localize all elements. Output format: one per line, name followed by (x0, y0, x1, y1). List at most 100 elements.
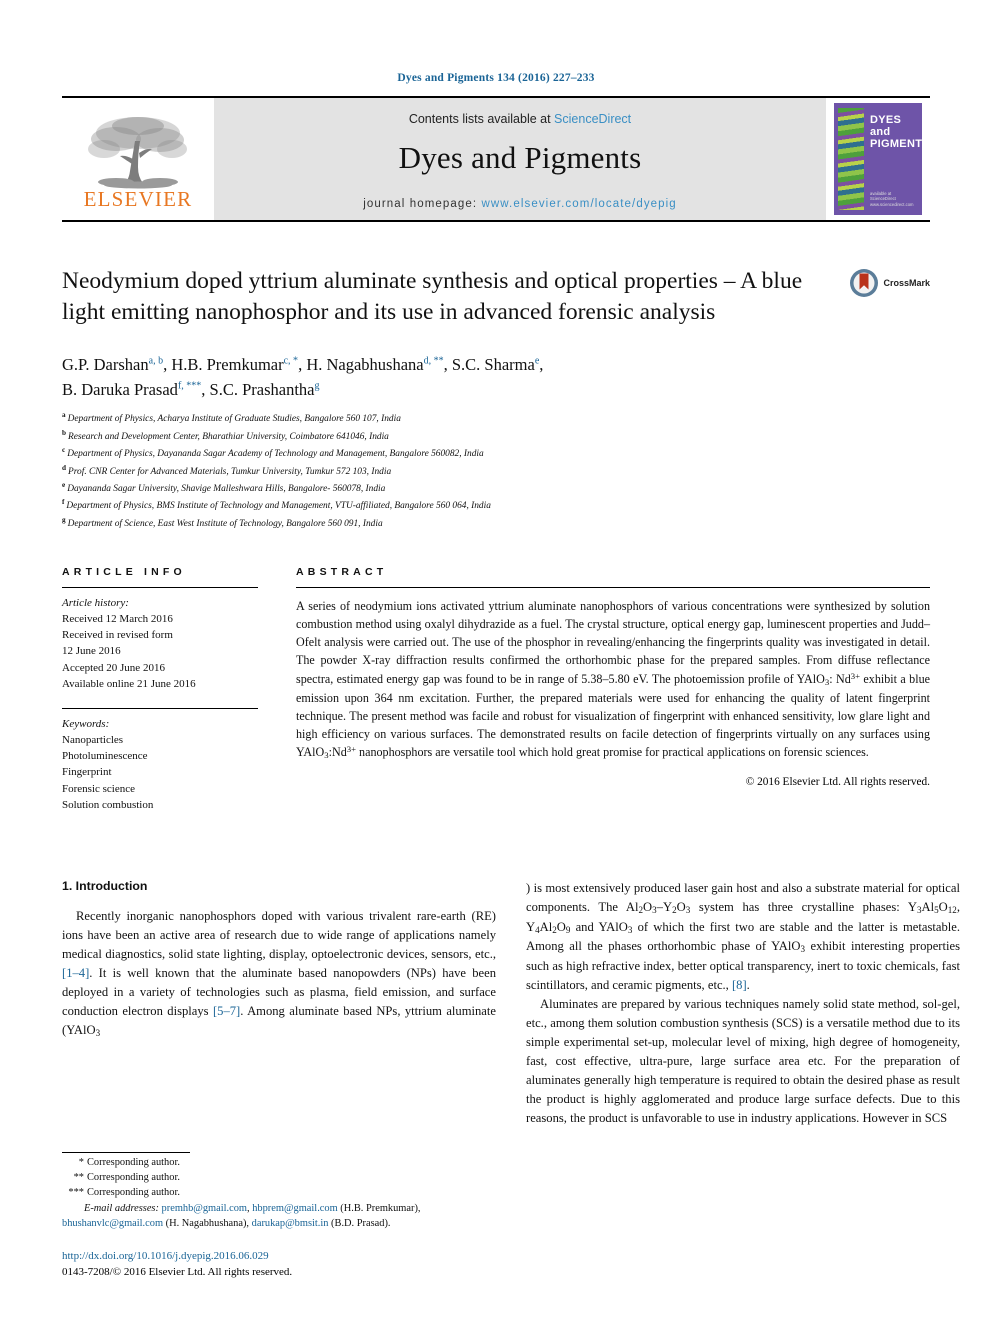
email-owner-1: (H.B. Premkumar), (337, 1203, 421, 1215)
affiliation-mark: g (62, 515, 66, 524)
email-owner-3: (H. Nagabhushana), (163, 1218, 252, 1230)
publisher-logo: ELSEVIER (62, 98, 214, 220)
crossmark-badge[interactable]: CrossMark (849, 268, 930, 298)
footnote-block: * Corresponding author. ** Corresponding a… (62, 1152, 496, 1281)
cover-foot-line3: www.sciencedirect.com (870, 201, 914, 207)
article-info-column: ARTICLE INFO Article history: Received 1… (62, 566, 258, 813)
author-3: H. Nagabhushana (306, 354, 424, 374)
email-owner-4: (B.D. Prasad). (328, 1218, 391, 1230)
article-page: Dyes and Pigments 134 (2016) 227–233 ELS… (0, 0, 992, 1323)
cover-artwork (838, 108, 864, 210)
intro-p1-q: . (746, 977, 750, 992)
affiliation-list: a Department of Physics, Acharya Institut… (62, 410, 930, 532)
article-history-label: Article history: (62, 596, 129, 609)
introduction-paragraph-1: Recently inorganic nanophosphors doped w… (62, 907, 496, 1041)
author-6: S.C. Prashantha (209, 379, 315, 399)
keyword-item: Solution combustion (62, 798, 154, 811)
crossmark-icon (850, 269, 879, 297)
cover-footer: available at ScienceDirect www.sciencedi… (870, 191, 914, 207)
abstract-part-5: nanophosphors are versatile tool which h… (356, 744, 869, 759)
intro-sub-1: 3 (95, 1027, 101, 1038)
article-history: Article history: Received 12 March 2016 … (62, 588, 258, 692)
affiliation-item: e Dayananda Sagar University, Shavige Mal… (62, 480, 930, 497)
article-history-item: Accepted 20 June 2016 (62, 661, 165, 674)
abstract-sup-2: 3+ (346, 744, 356, 755)
intro-p1-h: system has three crystalline phases: Y (690, 899, 917, 914)
keyword-item: Fingerprint (62, 766, 112, 779)
title-block: Neodymium doped yttrium aluminate synthe… (62, 266, 930, 329)
intro-sub-8: 12 (947, 904, 957, 915)
journal-masthead: ELSEVIER Contents lists available at Sci… (62, 96, 930, 220)
author-6-marks: g (314, 380, 320, 392)
citation-1-4[interactable]: [1–4] (62, 966, 89, 980)
affiliation-item: g Department of Science, East West Instit… (62, 515, 930, 532)
intro-p1-l: Al (539, 919, 553, 934)
page-title: Neodymium doped yttrium aluminate synthe… (62, 268, 803, 326)
crossmark-label: CrossMark (883, 278, 930, 288)
article-history-item: Available online 21 June 2016 (62, 677, 196, 690)
footnote-text-2: Corresponding author. (87, 1172, 180, 1184)
journal-homepage-line: journal homepage: www.elsevier.com/locat… (363, 198, 677, 210)
affiliation-text: Research and Development Center, Bharath… (68, 431, 389, 442)
article-info-heading: ARTICLE INFO (62, 565, 186, 578)
article-history-item: 12 June 2016 (62, 645, 121, 658)
doi-link[interactable]: http://dx.doi.org/10.1016/j.dyepig.2016.… (62, 1249, 496, 1265)
contents-prefix: Contents lists available at (408, 112, 555, 126)
email-link-2[interactable]: hbprem@gmail.com (252, 1203, 337, 1214)
elsevier-tree-icon (88, 116, 187, 188)
affiliation-item: d Prof. CNR Center for Advanced Materials… (62, 463, 930, 480)
email-link-4[interactable]: darukap@bmsit.in (252, 1218, 329, 1229)
affiliation-text: Department of Physics, BMS Institute of … (66, 501, 491, 512)
email-link-3[interactable]: bhushanvlc@gmail.com (62, 1218, 163, 1229)
affiliation-text: Department of Physics, Acharya Institute… (67, 414, 401, 425)
author-1: G.P. Darshan (62, 354, 149, 374)
affiliation-text: Department of Science, East West Institu… (67, 518, 383, 529)
footnote-mark-1: * (78, 1157, 84, 1169)
affiliation-text: Prof. CNR Center for Advanced Materials,… (68, 466, 392, 477)
introduction-heading: 1. Introduction (62, 878, 148, 893)
affiliation-mark: f (62, 498, 65, 507)
introduction-paragraph-2: Aluminates are prepared by various techn… (526, 996, 960, 1126)
abstract-column: ABSTRACT A series of neodymium ions acti… (296, 566, 930, 813)
journal-homepage-link[interactable]: www.elsevier.com/locate/dyepig (481, 198, 676, 210)
info-abstract-row: ARTICLE INFO Article history: Received 1… (62, 566, 930, 813)
masthead-bottom-rule (62, 220, 930, 222)
abstract-part-4: :Nd (328, 744, 347, 759)
journal-title: Dyes and Pigments (398, 140, 642, 175)
author-1-marks: a, b (148, 355, 164, 367)
footnote-mark-2: ** (73, 1172, 84, 1184)
contents-available-line: Contents lists available at ScienceDirec… (409, 112, 631, 126)
abstract-sup-1: 3+ (850, 670, 861, 681)
author-5-marks: f, *** (177, 380, 202, 392)
affiliation-item: b Research and Development Center, Bharat… (62, 428, 930, 445)
doi-block: http://dx.doi.org/10.1016/j.dyepig.2016.… (62, 1249, 496, 1281)
author-4: S.C. Sharma (451, 354, 535, 374)
keyword-item: Forensic science (62, 782, 135, 795)
email-link-1[interactable]: premhb@gmail.com (162, 1203, 247, 1214)
author-list: G.P. Darshana, b, H.B. Premkumarc, *, H.… (62, 354, 544, 399)
footnote-text-3: Corresponding author. (87, 1187, 180, 1199)
body-column-left: 1. Introduction Recently inorganic nanop… (62, 879, 496, 1128)
affiliation-mark: c (62, 446, 66, 455)
footnote-corresponding-1: * Corresponding author. (62, 1156, 496, 1171)
citation-8[interactable]: [8] (732, 978, 747, 992)
elsevier-wordmark: ELSEVIER (83, 186, 193, 211)
intro-p1-m: O (556, 919, 566, 934)
emails-label: E-mail addresses: (84, 1203, 159, 1215)
intro-p1-i: Al (921, 899, 935, 914)
affiliation-mark: e (62, 480, 66, 489)
affiliation-mark: b (62, 428, 66, 437)
author-5: B. Daruka Prasad (62, 379, 178, 399)
sciencedirect-link[interactable]: ScienceDirect (554, 112, 631, 126)
intro-p1-a: Recently inorganic nanophosphors doped w… (62, 908, 496, 961)
citation-5-7[interactable]: [5–7] (213, 1004, 240, 1018)
abstract-text: A series of neodymium ions activated ytt… (296, 588, 930, 762)
keywords-block: Keywords: Nanoparticles Photoluminescenc… (62, 709, 258, 813)
footnote-mark-3: *** (68, 1187, 84, 1199)
affiliation-mark: d (62, 463, 66, 472)
homepage-prefix: journal homepage: (363, 198, 482, 210)
keywords-label: Keywords: (62, 717, 110, 730)
author-2: H.B. Premkumar (171, 354, 284, 374)
footnote-corresponding-2: ** Corresponding author. (62, 1171, 496, 1186)
intro-p1-j: O (938, 899, 948, 914)
